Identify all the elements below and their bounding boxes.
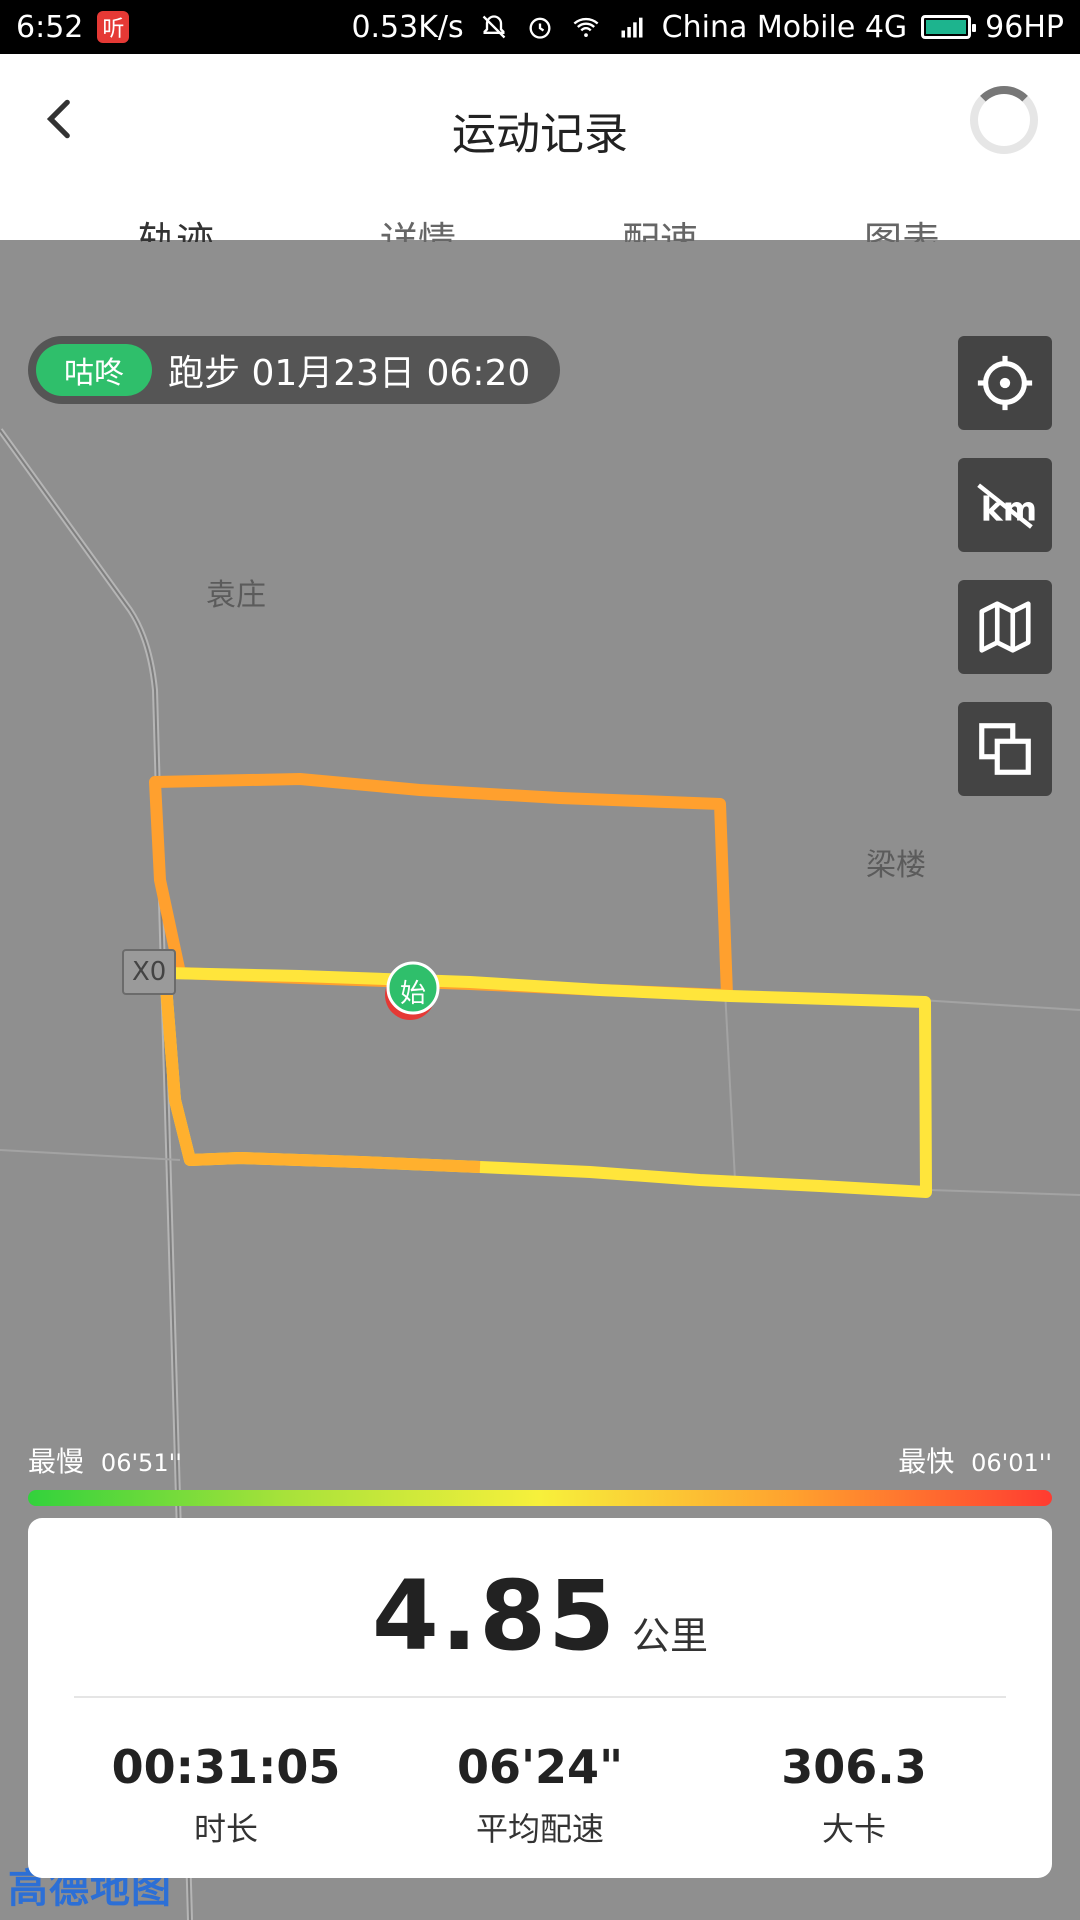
battery-icon [921, 15, 977, 39]
calories-value: 306.3 [781, 1740, 927, 1794]
notification-app-icon: 听 [97, 11, 130, 43]
fastest-label: 最快 [898, 1445, 955, 1478]
loading-indicator-icon [970, 86, 1038, 154]
wifi-icon [570, 11, 602, 43]
slowest-pace-legend: 最慢 06'51'' [28, 1440, 182, 1480]
map-type-button[interactable] [958, 580, 1052, 674]
avg-pace-label: 平均配速 [475, 1810, 604, 1848]
slowest-label: 最慢 [28, 1445, 85, 1478]
map-place-label: 梁楼 [866, 848, 926, 883]
stat-duration: 00:31:05 时长 [96, 1740, 356, 1850]
distance-unit: 公里 [631, 1614, 708, 1658]
status-time: 6:52 [16, 9, 84, 45]
app-header: 运动记录 轨迹 详情 配速 图表 [0, 54, 1080, 296]
start-marker-label: 始 [399, 979, 426, 1009]
slowest-pace: 06'51'' [100, 1449, 182, 1477]
summary-card: 4.85 公里 00:31:05 时长 06'24" 平均配速 306.3 大卡 [28, 1518, 1052, 1878]
status-bar: 6:52 听 0.53K/s China Mobile 4G 96HP [0, 0, 1080, 54]
km-off-icon: km [977, 483, 1037, 529]
duration-value: 00:31:05 [111, 1740, 341, 1794]
layers-icon [979, 723, 1031, 775]
brand-badge: 咕咚 [36, 344, 152, 396]
page-title: 运动记录 [452, 109, 628, 160]
network-speed: 0.53K/s [351, 9, 464, 45]
duration-label: 时长 [193, 1810, 258, 1848]
carrier-label: China Mobile 4G [661, 9, 908, 45]
battery-level: 96HP [985, 9, 1064, 45]
fastest-pace: 06'01'' [971, 1449, 1052, 1477]
avg-pace-value: 06'24" [456, 1740, 624, 1794]
locate-button[interactable] [958, 336, 1052, 430]
km-markers-toggle-button[interactable]: km [958, 458, 1052, 552]
signal-icon [616, 11, 648, 43]
layers-button[interactable] [958, 702, 1052, 796]
distance-value: 4.85 [372, 1560, 617, 1672]
activity-header-pill: 咕咚 跑步 01月23日 06:20 [28, 336, 560, 404]
stat-avg-pace: 06'24" 平均配速 [410, 1740, 670, 1850]
mute-icon [478, 11, 510, 43]
map-place-label: 袁庄 [206, 578, 266, 613]
alarm-icon [524, 11, 556, 43]
crosshair-icon [977, 355, 1033, 411]
road-code-tag: X0 [122, 949, 177, 995]
calories-label: 大卡 [821, 1810, 886, 1848]
fastest-pace-legend: 最快 06'01'' [898, 1440, 1052, 1480]
activity-type-time: 跑步 01月23日 06:20 [168, 353, 531, 394]
distance-display: 4.85 公里 [28, 1560, 1052, 1672]
pace-gradient-bar [28, 1490, 1052, 1506]
map-icon [979, 601, 1031, 653]
stat-calories: 306.3 大卡 [724, 1740, 984, 1850]
summary-divider [74, 1696, 1006, 1698]
